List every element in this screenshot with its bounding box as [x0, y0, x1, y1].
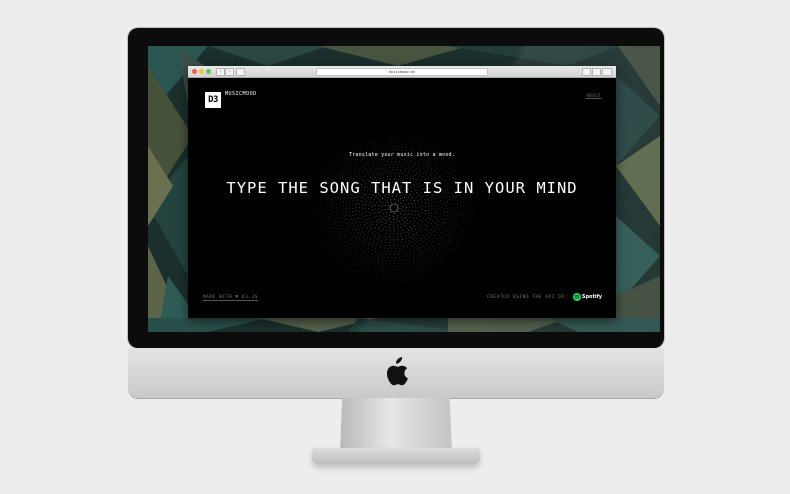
close-window-button[interactable] [192, 69, 197, 74]
address-bar[interactable]: musicmood.me [316, 68, 488, 76]
new-tab-button[interactable] [602, 68, 612, 76]
tabs-icon[interactable] [592, 68, 601, 76]
imac-stand-base [312, 448, 480, 464]
maximize-window-button[interactable] [206, 69, 211, 74]
share-icon[interactable] [582, 68, 591, 76]
spotify-link[interactable]: Spotify [572, 292, 602, 301]
minimize-window-button[interactable] [199, 69, 204, 74]
tagline: Translate your music into a mood. [349, 152, 455, 158]
song-input-prompt[interactable]: TYPE THE SONG THAT IS IN YOUR MIND [188, 179, 616, 197]
browser-toolbar: ‹ › musicmood.me [188, 66, 616, 78]
made-with-d3-link[interactable]: MADE WITH ♥ D3.JS [203, 295, 259, 301]
sidebar-icon[interactable] [236, 68, 245, 76]
spotify-icon [572, 292, 581, 301]
back-button[interactable]: ‹ [216, 68, 225, 76]
mood-visualization [313, 134, 475, 282]
spotify-label: Spotify [581, 293, 602, 300]
about-link[interactable]: ABOUT [586, 93, 601, 99]
created-using-label: CREATED USING THE API OF: [486, 295, 568, 300]
musicmood-page: D3 MUSICMOOD ABOUT Translate your music … [188, 78, 616, 318]
desktop-screen: ‹ › musicmood.me D3 MUSICMOOD ABOUT Tran… [148, 46, 660, 332]
d3-logo[interactable]: D3 [205, 92, 221, 108]
apple-logo-icon [387, 357, 408, 386]
forward-button[interactable]: › [225, 68, 234, 76]
imac-stand [340, 398, 452, 452]
browser-window: ‹ › musicmood.me D3 MUSICMOOD ABOUT Tran… [188, 66, 616, 318]
site-name[interactable]: MUSICMOOD [225, 91, 257, 97]
